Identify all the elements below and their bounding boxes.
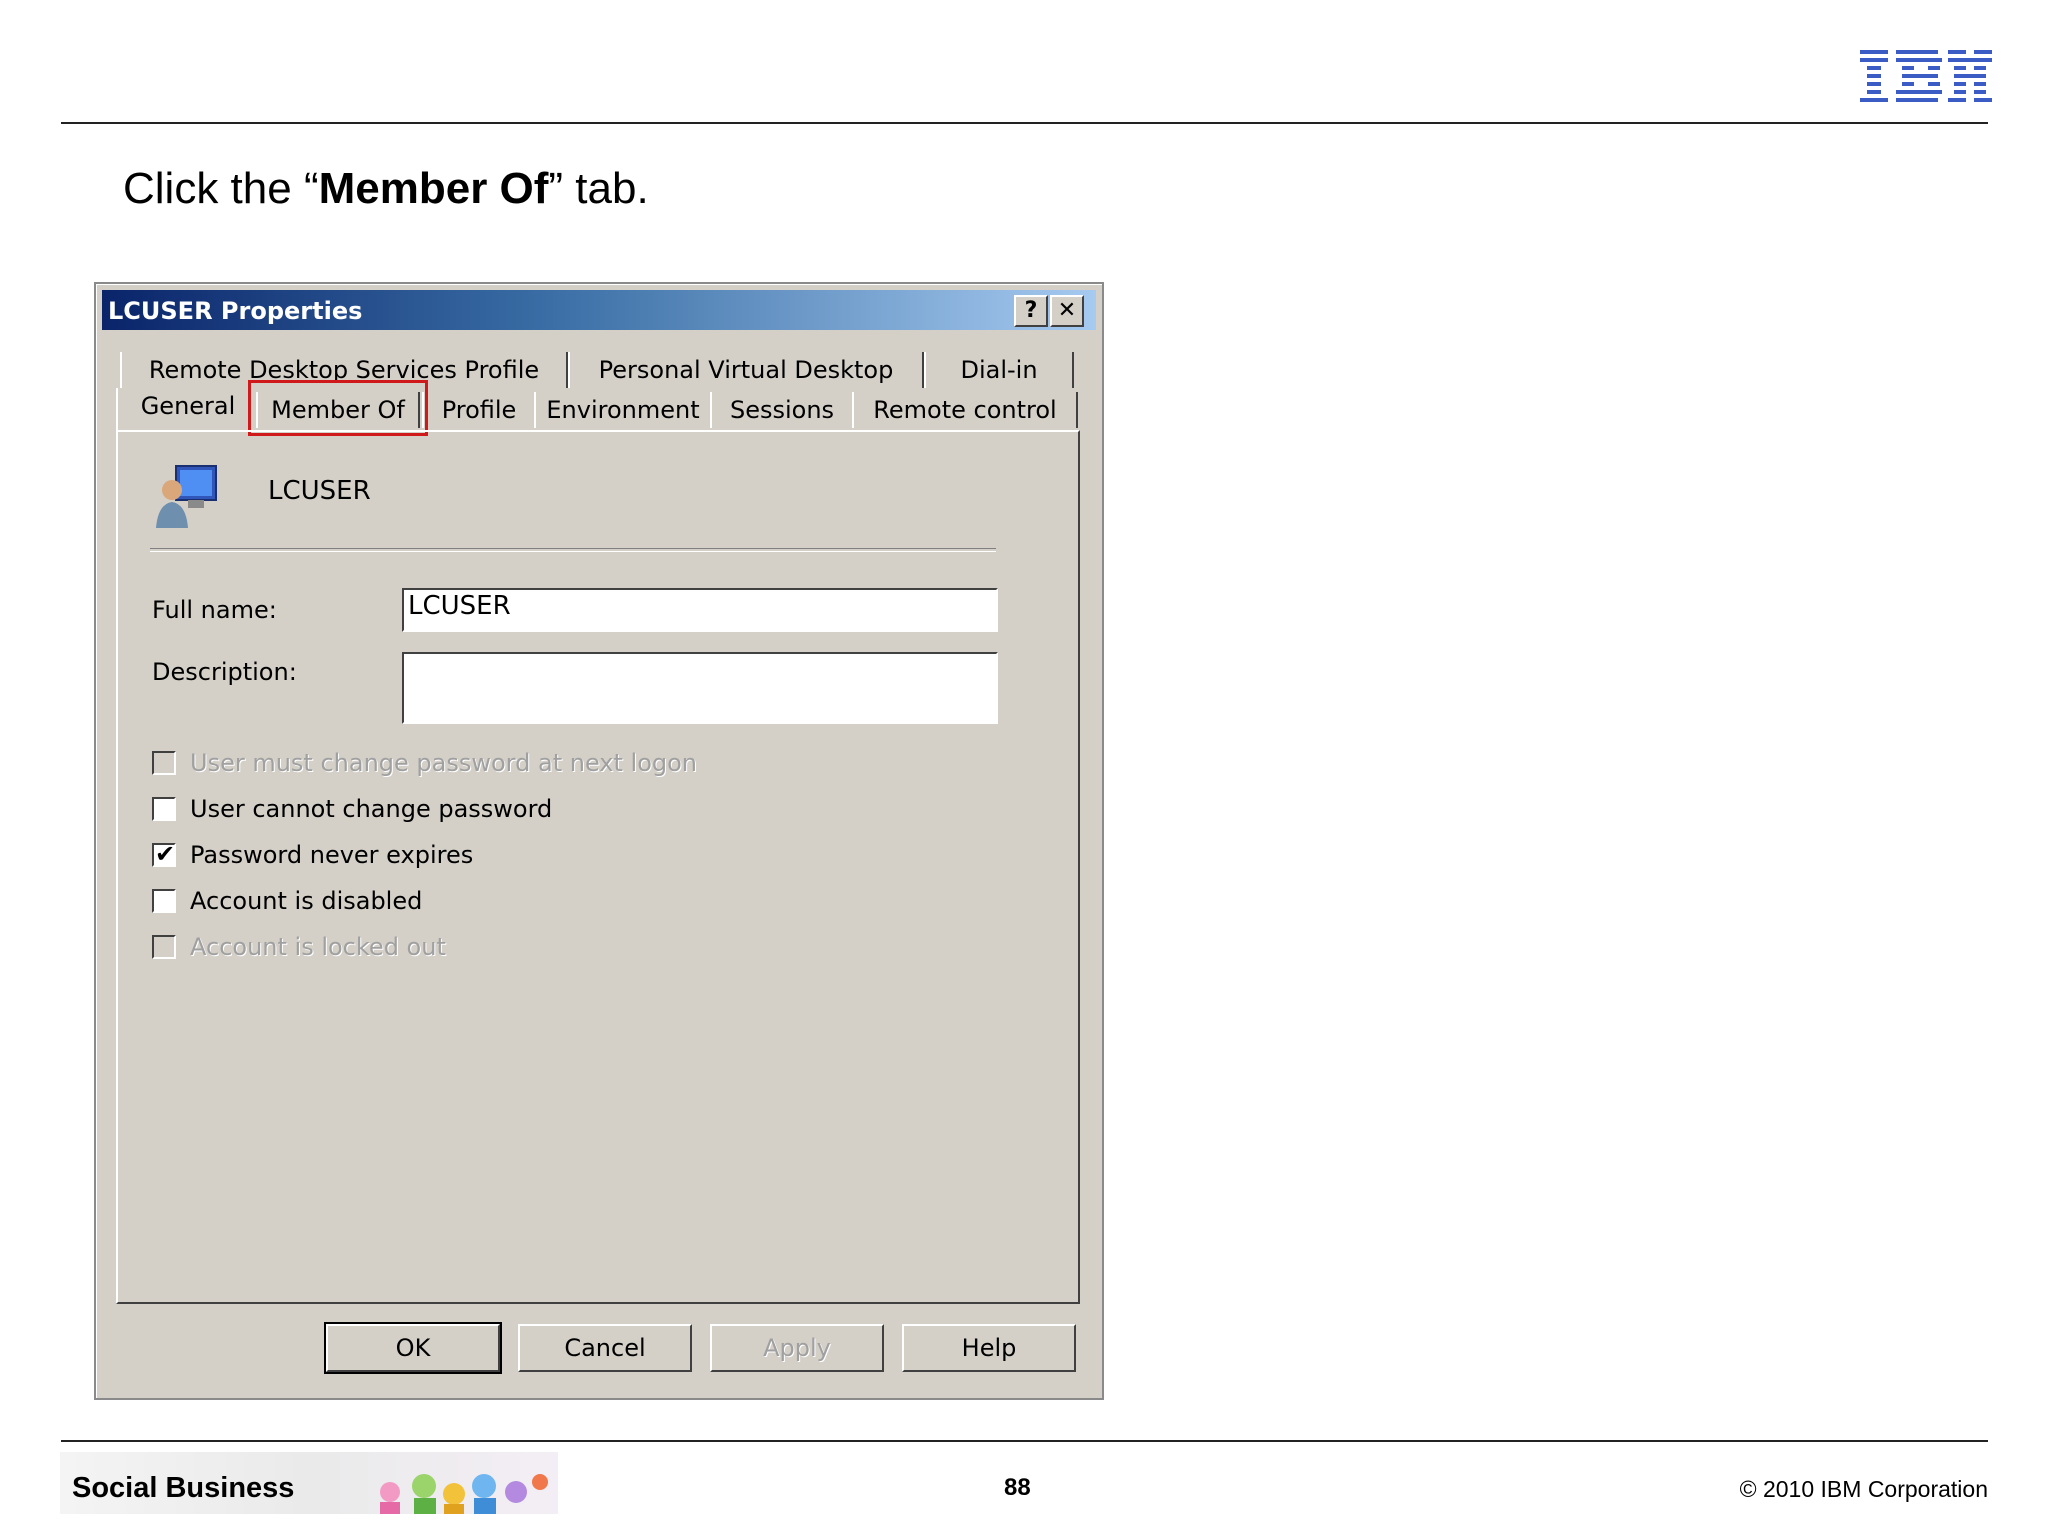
user-display-name: LCUSER <box>268 476 371 506</box>
tab-general[interactable]: General <box>116 388 258 430</box>
password-never-expires-checkbox-row[interactable]: ✔ Password never expires <box>152 840 473 870</box>
tab-profile[interactable]: Profile <box>422 392 536 428</box>
brand-label: Social Business <box>72 1472 295 1504</box>
user-icon <box>156 465 217 528</box>
people-graphic-icon <box>380 1474 548 1514</box>
password-never-expires-checkbox[interactable]: ✔ <box>152 840 176 868</box>
ok-button[interactable]: OK <box>324 1322 502 1374</box>
must-change-password-checkbox[interactable] <box>152 751 176 775</box>
instruction-text: Click the “Member Of” tab. <box>123 164 649 213</box>
help-question-button[interactable]: ? <box>1014 295 1048 327</box>
cannot-change-password-label: User cannot change password <box>190 795 553 823</box>
full-name-input[interactable]: LCUSER <box>402 588 998 632</box>
cancel-button[interactable]: Cancel <box>518 1324 692 1372</box>
dialog-titlebar[interactable]: LCUSER Properties ? ✕ <box>102 290 1096 330</box>
account-disabled-label: Account is disabled <box>190 887 423 915</box>
footer-divider <box>61 1440 1988 1442</box>
header-divider <box>61 122 1988 124</box>
description-input[interactable] <box>402 652 998 724</box>
full-name-label: Full name: <box>152 596 277 624</box>
account-locked-out-checkbox-row[interactable]: Account is locked out <box>152 932 446 962</box>
tab-remote-control[interactable]: Remote control <box>852 392 1078 428</box>
account-disabled-checkbox[interactable] <box>152 889 176 913</box>
cannot-change-password-checkbox[interactable] <box>152 797 176 821</box>
close-button[interactable]: ✕ <box>1050 295 1084 327</box>
user-properties-dialog: LCUSER Properties ? ✕ Remote Desktop Ser… <box>94 282 1104 1400</box>
social-business-banner: Social Business <box>60 1452 558 1514</box>
description-label: Description: <box>152 658 297 686</box>
account-locked-out-label: Account is locked out <box>190 933 446 961</box>
cannot-change-password-checkbox-row[interactable]: User cannot change password <box>152 794 552 824</box>
account-locked-out-checkbox[interactable] <box>152 935 176 959</box>
page-number: 88 <box>1004 1474 1031 1501</box>
tab-environment[interactable]: Environment <box>534 392 712 428</box>
password-never-expires-label: Password never expires <box>190 841 474 869</box>
tab-dial-in[interactable]: Dial-in <box>924 352 1074 388</box>
ibm-logo <box>1860 50 1992 102</box>
tab-sessions[interactable]: Sessions <box>710 392 854 428</box>
checkmark-icon: ✔ <box>155 840 176 868</box>
must-change-password-checkbox-row[interactable]: User must change password at next logon <box>152 748 697 778</box>
dialog-title: LCUSER Properties <box>108 297 363 325</box>
must-change-password-label: User must change password at next logon <box>190 749 698 777</box>
member-of-highlight-box <box>248 380 428 436</box>
instruction-highlight: Member Of <box>318 164 549 213</box>
help-button[interactable]: Help <box>902 1324 1076 1372</box>
account-disabled-checkbox-row[interactable]: Account is disabled <box>152 886 422 916</box>
tab-personal-virtual-desktop[interactable]: Personal Virtual Desktop <box>568 352 924 388</box>
apply-button[interactable]: Apply <box>710 1324 884 1372</box>
copyright-text: © 2010 IBM Corporation <box>1739 1476 1988 1502</box>
header-separator <box>150 548 996 552</box>
